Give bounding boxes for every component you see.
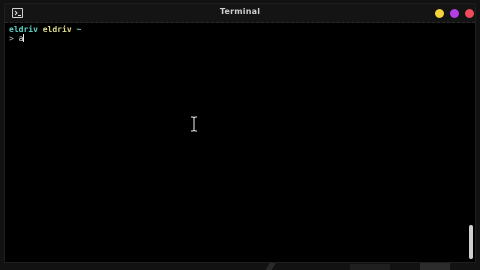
close-button[interactable] — [465, 9, 474, 18]
ibeam-cursor-icon — [190, 115, 198, 133]
input-line[interactable]: > a — [9, 34, 465, 43]
maximize-button[interactable] — [450, 9, 459, 18]
title-bar[interactable]: Terminal — [5, 4, 475, 23]
terminal-output[interactable]: eldriv eldriv ~ > a — [9, 25, 465, 258]
wallpaper-shape — [350, 264, 390, 270]
text-cursor — [23, 34, 25, 42]
wallpaper-shape — [265, 262, 277, 270]
wallpaper-shape — [420, 262, 450, 270]
prompt-path: ~ — [76, 25, 82, 34]
prompt-user: eldriv — [9, 25, 38, 34]
desktop: Terminal eldriv eldriv ~ > a — [0, 0, 480, 270]
window-title: Terminal — [219, 7, 261, 16]
minimize-button[interactable] — [435, 9, 444, 18]
prompt-header-line: eldriv eldriv ~ — [9, 25, 465, 34]
prompt-host: eldriv — [42, 25, 72, 34]
scrollbar[interactable] — [469, 27, 473, 259]
terminal-window[interactable]: Terminal eldriv eldriv ~ > a — [4, 3, 476, 263]
scrollbar-thumb[interactable] — [469, 225, 473, 259]
prompt-symbol: > — [9, 34, 14, 43]
